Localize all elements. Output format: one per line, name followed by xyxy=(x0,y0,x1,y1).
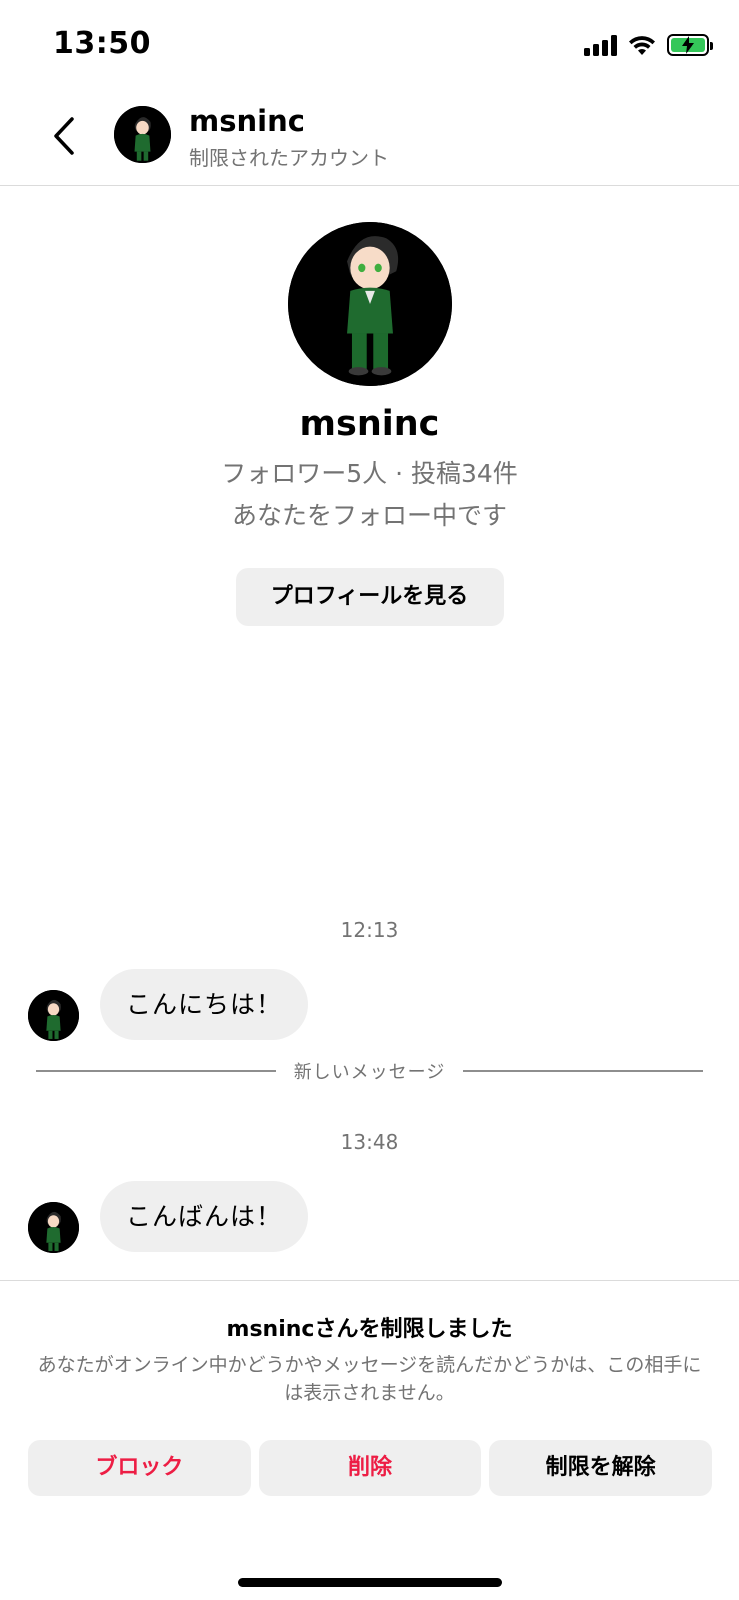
message-bubble[interactable]: こんばんは！ xyxy=(100,1181,309,1252)
signal-icon xyxy=(584,34,617,56)
block-button[interactable]: ブロック xyxy=(28,1440,251,1496)
sender-avatar[interactable] xyxy=(28,1202,79,1253)
status-bar: 13:50 xyxy=(0,0,739,90)
back-button[interactable] xyxy=(40,108,88,164)
view-profile-button[interactable]: プロフィールを見る xyxy=(235,568,504,626)
notice-title: msnincさんを制限しました xyxy=(226,1317,513,1342)
status-icons xyxy=(584,30,713,60)
home-indicator[interactable] xyxy=(238,1578,502,1587)
header-username: msninc xyxy=(189,104,305,138)
chat-header: msninc 制限されたアカウント xyxy=(0,90,739,186)
battery-charging-icon xyxy=(667,34,713,56)
action-buttons: ブロック 削除 制限を解除 xyxy=(28,1440,713,1496)
wifi-icon xyxy=(629,36,655,55)
new-messages-divider: 新しいメッセージ xyxy=(36,1061,704,1083)
message-timestamp: 13:48 xyxy=(340,1130,399,1154)
profile-avatar[interactable] xyxy=(287,222,452,386)
profile-stats: フォロワー5人 · 投稿34件 xyxy=(221,459,518,488)
status-time: 13:50 xyxy=(53,26,151,61)
profile-username: msninc xyxy=(299,404,440,444)
chevron-left-icon xyxy=(54,117,74,155)
delete-button[interactable]: 削除 xyxy=(258,1440,482,1496)
message-timestamp: 12:13 xyxy=(340,918,399,942)
notice-description: あなたがオンライン中かどうかやメッセージを読んだかどうかは、この相手には表示され… xyxy=(37,1354,702,1404)
message-row: こんばんは！ xyxy=(0,1181,739,1253)
profile-card: msninc フォロワー5人 · 投稿34件 あなたをフォロー中です プロフィー… xyxy=(0,222,739,626)
header-avatar[interactable] xyxy=(114,106,171,163)
header-status: 制限されたアカウント xyxy=(189,146,389,170)
restricted-notice: msnincさんを制限しました あなたがオンライン中かどうかやメッセージを読んだ… xyxy=(0,1280,739,1407)
message-row: こんにちは！ xyxy=(0,969,739,1041)
unrestrict-button[interactable]: 制限を解除 xyxy=(489,1440,713,1496)
divider-label: 新しいメッセージ xyxy=(293,1062,446,1083)
sender-avatar[interactable] xyxy=(28,990,79,1041)
message-bubble[interactable]: こんにちは！ xyxy=(100,969,309,1040)
follow-status: あなたをフォロー中です xyxy=(231,501,507,530)
